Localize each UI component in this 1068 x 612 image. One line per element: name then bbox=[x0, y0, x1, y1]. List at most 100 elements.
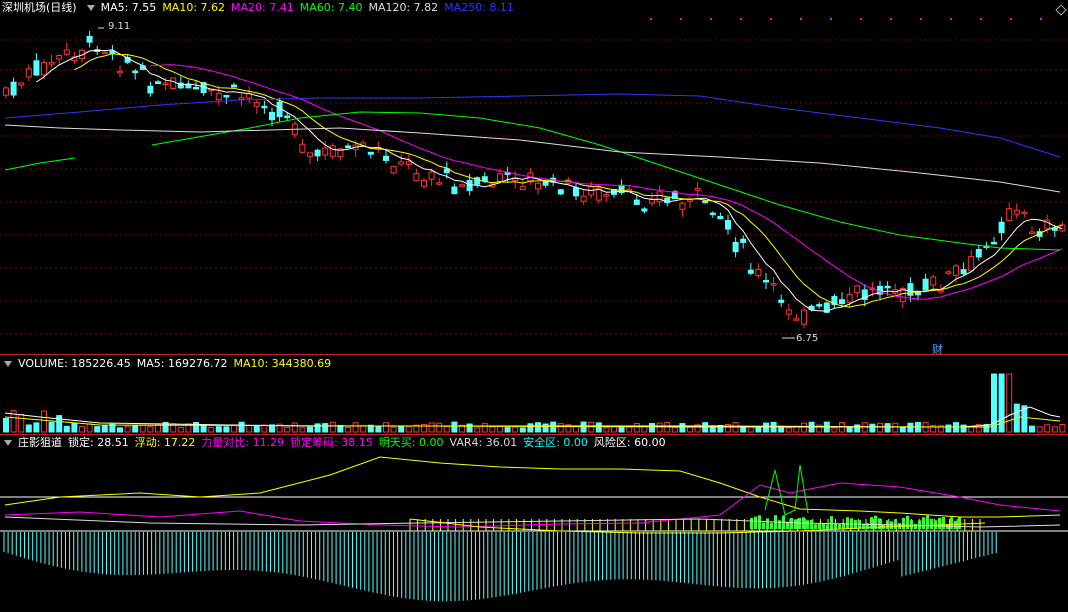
buy-bar bbox=[938, 517, 941, 529]
collapse-icon[interactable] bbox=[4, 440, 12, 446]
candle-body bbox=[702, 200, 709, 204]
volume-panel[interactable]: VOLUME: 185226.45 MA5: 169276.72 MA10: 344… bbox=[0, 355, 1068, 434]
price-chart[interactable] bbox=[0, 0, 1068, 354]
volume-bar bbox=[785, 427, 792, 433]
candle-body bbox=[854, 285, 861, 294]
collapse-icon[interactable] bbox=[86, 5, 95, 11]
candle-body bbox=[299, 143, 306, 153]
candle-body bbox=[937, 289, 944, 293]
indicator-panel[interactable]: 庄影狙道 锁定: 28.51 浮动: 17.22 力量对比: 11.29 锁定筹码: 3… bbox=[0, 435, 1068, 612]
collapse-icon[interactable] bbox=[4, 361, 12, 367]
volume-bar bbox=[375, 426, 382, 433]
candle-body bbox=[907, 283, 914, 296]
candle-body bbox=[573, 187, 579, 197]
candle-body bbox=[33, 60, 40, 76]
candle-body bbox=[405, 161, 412, 165]
volume-bar bbox=[899, 426, 906, 433]
volume-bar bbox=[428, 422, 435, 433]
indicator-chart[interactable] bbox=[0, 435, 1068, 612]
candle-body bbox=[101, 51, 108, 55]
buy-bar bbox=[902, 517, 905, 529]
volume-bar bbox=[687, 426, 693, 433]
candle-body bbox=[413, 173, 420, 182]
volume-bar bbox=[755, 426, 762, 433]
volume-bar bbox=[671, 426, 678, 433]
candle-body bbox=[930, 276, 937, 286]
volume-bar bbox=[56, 415, 63, 433]
volume-bar bbox=[3, 418, 9, 433]
signal-dot bbox=[800, 18, 802, 20]
volume-bar bbox=[618, 426, 625, 433]
candle-body bbox=[922, 278, 929, 291]
signal-dot bbox=[1040, 18, 1042, 20]
signal-dot bbox=[650, 18, 652, 20]
ma20-line bbox=[150, 64, 1063, 300]
candle-body bbox=[238, 97, 245, 100]
ma120-label: MA120: 7.82 bbox=[368, 1, 439, 14]
candle-body bbox=[801, 309, 807, 325]
signal-dot bbox=[920, 18, 922, 20]
volume-bar bbox=[383, 422, 389, 433]
candle-body bbox=[383, 155, 389, 161]
volume-bar bbox=[200, 424, 207, 433]
candle-body bbox=[755, 269, 762, 277]
volume-bar bbox=[299, 427, 306, 433]
volume-bar bbox=[1059, 423, 1066, 433]
candle-body bbox=[185, 83, 192, 89]
candle-body bbox=[763, 279, 769, 283]
candle-body bbox=[953, 265, 959, 276]
buy-bar bbox=[914, 523, 917, 529]
buy-bar bbox=[930, 518, 933, 529]
buy-bar bbox=[830, 516, 833, 529]
volume-bar bbox=[763, 422, 769, 433]
candle-body bbox=[732, 241, 739, 253]
volume-bar bbox=[519, 427, 526, 433]
volume-bar bbox=[405, 425, 412, 433]
buy-bar bbox=[926, 515, 929, 529]
candle-body bbox=[725, 220, 731, 230]
candle-body bbox=[132, 70, 139, 74]
candle-body bbox=[451, 186, 458, 195]
volume-bar bbox=[466, 423, 473, 433]
candle-body bbox=[193, 86, 199, 90]
signal-dot bbox=[740, 18, 742, 20]
volume-bar bbox=[1029, 425, 1035, 433]
lock-label: 锁定: 28.51 bbox=[68, 436, 129, 449]
candle-body bbox=[481, 176, 488, 182]
low-price-label: 6.75 bbox=[796, 333, 819, 344]
volume-bar bbox=[846, 426, 853, 433]
price-title: 深圳机场(日线) bbox=[2, 1, 77, 14]
signal-dot bbox=[950, 18, 952, 20]
candle-body bbox=[269, 112, 275, 121]
power-line bbox=[4, 482, 1061, 528]
volume-bar bbox=[238, 421, 245, 433]
candle-body bbox=[63, 49, 70, 55]
volume-bar bbox=[1006, 373, 1013, 433]
lock-chips-label: 锁定筹码: 38.15 bbox=[290, 436, 373, 449]
volume-bar bbox=[649, 423, 655, 433]
volume-bar bbox=[474, 427, 481, 433]
volume-bar bbox=[25, 424, 32, 433]
volume-bar bbox=[208, 426, 215, 433]
buy-bar bbox=[894, 519, 897, 529]
volume-bar bbox=[595, 422, 602, 433]
candle-body bbox=[231, 84, 237, 88]
buy-bar bbox=[942, 517, 945, 529]
volume-bar bbox=[869, 423, 876, 433]
candle-body bbox=[839, 299, 845, 305]
candle-body bbox=[48, 61, 55, 65]
buy-bar bbox=[826, 524, 829, 529]
candle-body bbox=[960, 269, 967, 275]
candle-body bbox=[816, 304, 823, 307]
ma250-label: MA250: 8.11 bbox=[444, 1, 514, 14]
volume-bar bbox=[155, 424, 161, 433]
volume-bar bbox=[63, 425, 70, 433]
buy-bar bbox=[922, 517, 925, 529]
buy-bar bbox=[934, 520, 937, 529]
volume-bar bbox=[314, 423, 321, 433]
volume-bar bbox=[497, 426, 503, 433]
candle-body bbox=[497, 173, 503, 182]
volume-bar bbox=[626, 426, 633, 433]
price-panel[interactable]: 深圳机场(日线) MA5: 7.55 MA10: 7.62 MA20: 7.41 MA6… bbox=[0, 0, 1068, 356]
volume-bar bbox=[960, 424, 967, 433]
